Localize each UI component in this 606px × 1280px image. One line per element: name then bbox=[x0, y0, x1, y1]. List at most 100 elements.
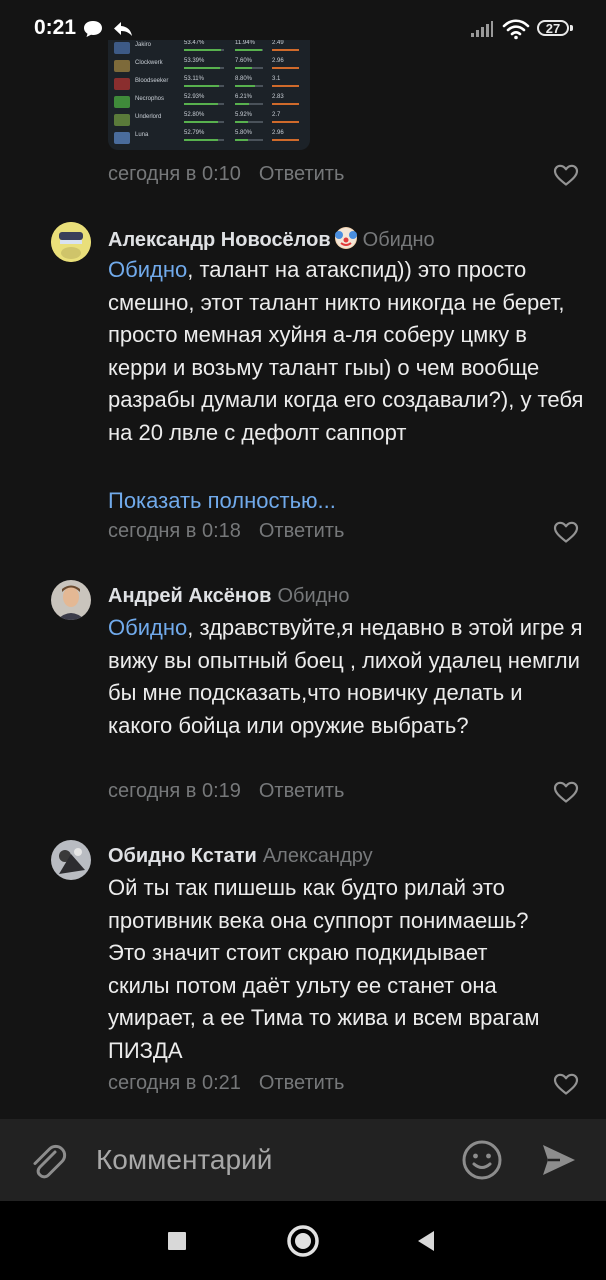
comment-time: сегодня в 0:19 bbox=[108, 780, 241, 802]
like-heart-icon[interactable] bbox=[553, 1072, 579, 1096]
hero-name: Jakiro bbox=[135, 42, 152, 48]
comment-meta: сегодня в 0:19 Ответить bbox=[108, 780, 344, 803]
avatar[interactable] bbox=[51, 580, 91, 620]
win-bar bbox=[184, 85, 224, 87]
reply-button[interactable]: Ответить bbox=[259, 1072, 345, 1094]
comment-text: Обидно, талант на атакспид)) это просто … bbox=[108, 254, 588, 449]
pick-bar bbox=[235, 67, 263, 69]
attached-image[interactable]: Jakiro 53.47% 11.94% 2.49 Clockwerk 53.3… bbox=[108, 40, 310, 150]
hero-pick-rate: 7.60% bbox=[235, 58, 253, 64]
hero-kda: 2.7 bbox=[272, 112, 281, 118]
back-button[interactable] bbox=[414, 1228, 438, 1254]
hero-name: Bloodseeker bbox=[135, 78, 169, 84]
battery-tip bbox=[570, 25, 573, 31]
hero-name: Clockwerk bbox=[135, 60, 163, 66]
author-name[interactable]: Андрей Аксёнов bbox=[108, 585, 271, 607]
reply-button[interactable]: Ответить bbox=[259, 520, 345, 542]
home-button[interactable] bbox=[285, 1223, 321, 1259]
hero-win-rate: 53.39% bbox=[184, 58, 205, 64]
comment-meta: сегодня в 0:18 Ответить bbox=[108, 520, 344, 543]
comment-time: сегодня в 0:21 bbox=[108, 1072, 241, 1094]
reply-to-name[interactable]: Обидно bbox=[363, 229, 435, 251]
hero-kda: 2.96 bbox=[272, 130, 284, 136]
hero-row: Underlord 52.80% 5.92% 2.7 bbox=[108, 112, 310, 129]
hero-kda: 2.83 bbox=[272, 94, 284, 100]
comment-author[interactable]: Андрей Аксёнов Обидно bbox=[108, 585, 349, 608]
win-bar bbox=[184, 103, 224, 105]
comment-input[interactable]: Комментарий bbox=[96, 1144, 272, 1176]
comment-author[interactable]: Александр Новосёлов Обидно bbox=[108, 227, 435, 252]
hero-portrait bbox=[114, 114, 130, 126]
hero-portrait bbox=[114, 60, 130, 72]
android-nav-bar bbox=[0, 1201, 606, 1280]
kda-bar bbox=[272, 103, 299, 105]
status-time: 0:21 bbox=[34, 16, 77, 39]
hero-win-rate: 53.11% bbox=[184, 76, 204, 82]
hero-name: Necrophos bbox=[135, 96, 165, 102]
battery-level: 27 bbox=[545, 21, 561, 36]
like-heart-icon[interactable] bbox=[553, 163, 579, 187]
hero-row: Jakiro 53.47% 11.94% 2.49 bbox=[108, 40, 310, 57]
reply-to-name[interactable]: Обидно bbox=[277, 585, 349, 607]
hero-row: Luna 52.79% 5.80% 2.96 bbox=[108, 130, 310, 147]
comment-composer: Комментарий bbox=[0, 1119, 606, 1201]
hero-name: Underlord bbox=[135, 114, 162, 120]
hero-portrait bbox=[114, 78, 130, 90]
hero-name: Luna bbox=[135, 132, 149, 138]
avatar[interactable] bbox=[51, 840, 91, 880]
like-heart-icon[interactable] bbox=[553, 780, 579, 804]
win-bar bbox=[184, 49, 224, 51]
battery-icon: 27 bbox=[537, 20, 569, 36]
comment-time: сегодня в 0:10 bbox=[108, 163, 241, 185]
avatar-image bbox=[51, 840, 91, 880]
comment-body: , талант на атакспид)) это просто смешно… bbox=[108, 257, 584, 445]
screen: 0:21 27 Jakiro 53.47% 11.94% 2.49 Clockw… bbox=[0, 0, 606, 1280]
avatar-image bbox=[51, 222, 91, 262]
comment-meta: сегодня в 0:21 Ответить bbox=[108, 1072, 344, 1095]
kda-bar bbox=[272, 139, 299, 141]
clown-emoji-icon bbox=[334, 227, 357, 249]
mention-link[interactable]: Обидно bbox=[108, 615, 187, 640]
kda-bar bbox=[272, 85, 299, 87]
hero-portrait bbox=[114, 42, 130, 54]
kda-bar bbox=[272, 121, 299, 123]
signal-icon bbox=[471, 21, 493, 37]
chat-bubble-icon bbox=[84, 21, 102, 37]
pick-bar bbox=[235, 103, 263, 105]
like-heart-icon[interactable] bbox=[553, 520, 579, 544]
wifi-icon bbox=[502, 19, 530, 40]
avatar-image bbox=[51, 580, 91, 620]
comment-time: сегодня в 0:18 bbox=[108, 520, 241, 542]
hero-pick-rate: 8.80% bbox=[235, 76, 253, 82]
win-bar bbox=[184, 121, 224, 123]
pick-bar bbox=[235, 121, 263, 123]
hero-row: Clockwerk 53.39% 7.60% 2.96 bbox=[108, 58, 310, 75]
mention-link[interactable]: Обидно bbox=[108, 257, 187, 282]
recents-button[interactable] bbox=[165, 1229, 189, 1253]
win-bar bbox=[184, 67, 224, 69]
hero-row: Necrophos 52.93% 6.21% 2.83 bbox=[108, 94, 310, 111]
avatar[interactable] bbox=[51, 222, 91, 262]
hero-pick-rate: 5.80% bbox=[235, 130, 253, 136]
hero-portrait bbox=[114, 132, 130, 144]
kda-bar bbox=[272, 67, 299, 69]
reply-button[interactable]: Ответить bbox=[259, 780, 345, 802]
comment-meta: сегодня в 0:10 Ответить bbox=[108, 163, 344, 186]
hero-kda: 2.96 bbox=[272, 58, 284, 64]
author-name[interactable]: Александр Новосёлов bbox=[108, 229, 331, 251]
hero-portrait bbox=[114, 96, 130, 108]
pick-bar bbox=[235, 49, 263, 51]
reply-button[interactable]: Ответить bbox=[259, 163, 345, 185]
comment-text: Обидно, здравствуйте,я недавно в этой иг… bbox=[108, 612, 588, 742]
hero-kda: 2.49 bbox=[272, 40, 284, 46]
paperclip-icon[interactable] bbox=[26, 1139, 70, 1183]
hero-pick-rate: 5.92% bbox=[235, 112, 253, 118]
author-name[interactable]: Обидно Кстати bbox=[108, 845, 257, 867]
show-more-link[interactable]: Показать полностью... bbox=[108, 488, 336, 514]
pick-bar bbox=[235, 139, 263, 141]
comment-author[interactable]: Обидно Кстати Александру bbox=[108, 845, 373, 868]
send-icon[interactable] bbox=[538, 1140, 578, 1180]
reply-to-name[interactable]: Александру bbox=[263, 845, 373, 867]
reply-arrow-icon bbox=[114, 22, 132, 36]
emoji-smile-icon[interactable] bbox=[459, 1137, 505, 1183]
